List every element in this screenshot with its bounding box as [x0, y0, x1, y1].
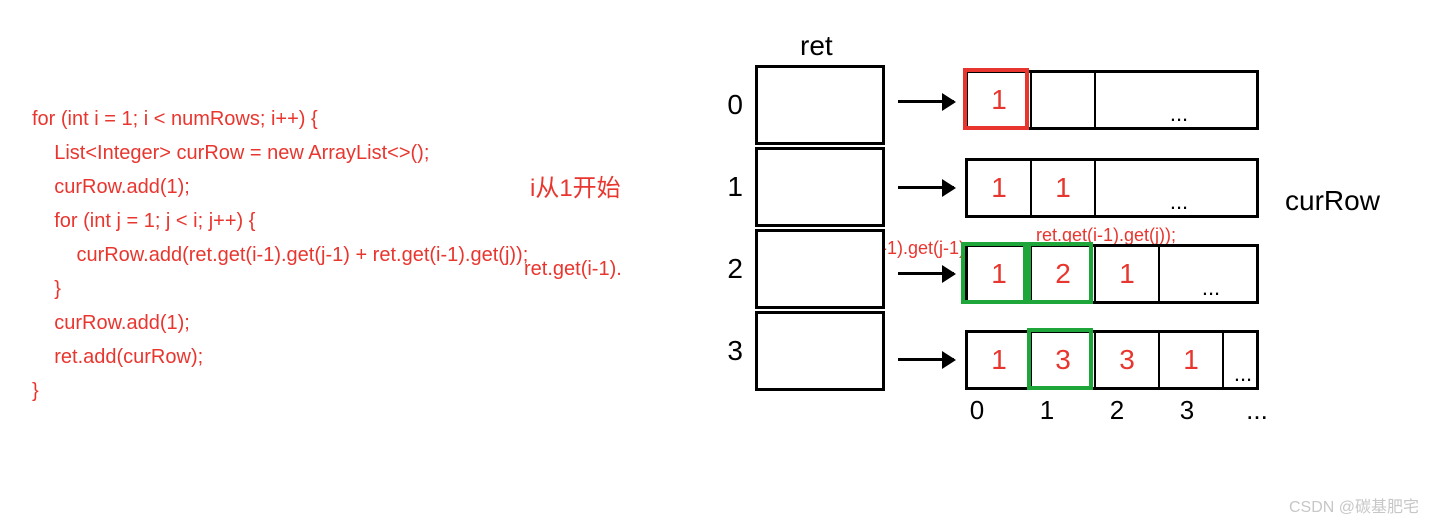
annotation-i-start: i从1开始 — [530, 168, 621, 203]
arrow-icon — [898, 186, 954, 189]
cell-ellipsis: ... — [1224, 333, 1256, 387]
col-index: ... — [1244, 395, 1270, 426]
ret-slot — [755, 311, 885, 391]
column-index-row: 0 1 2 3 ... — [964, 395, 1270, 426]
col-index: 2 — [1104, 395, 1130, 426]
cell-ellipsis: ... — [1160, 247, 1256, 301]
code-line: } — [32, 278, 61, 300]
ret-slot — [755, 147, 885, 227]
cell-ellipsis: ... — [1096, 161, 1256, 215]
watermark: CSDN @碳基肥宅 — [1289, 493, 1419, 517]
col-index: 0 — [964, 395, 990, 426]
cell: 1 — [1032, 161, 1096, 215]
code-line: ret.add(curRow); — [32, 346, 203, 368]
ret-index: 2 — [713, 253, 743, 285]
code-line: List<Integer> curRow = new ArrayList<>()… — [32, 142, 429, 164]
ret-slot — [755, 229, 885, 309]
col-index: 1 — [1034, 395, 1060, 426]
cell-empty — [1032, 73, 1096, 127]
annotation-ret-get-i1: ret.get(i-1). — [524, 258, 622, 281]
ret-index: 0 — [713, 89, 743, 121]
cell: 1 — [968, 161, 1032, 215]
cell: 3 — [1096, 333, 1160, 387]
ret-column: 0 1 2 3 — [755, 65, 885, 393]
arrow-icon — [898, 358, 954, 361]
arrow-icon — [898, 100, 954, 103]
cell: 1 — [1160, 333, 1224, 387]
code-line: curRow.add(ret.get(i-1).get(j-1) + ret.g… — [32, 244, 528, 266]
col-index: 3 — [1174, 395, 1200, 426]
label-currow: curRow — [1285, 185, 1380, 217]
label-ret: ret — [800, 30, 833, 62]
row-box-0: 1 ... — [965, 70, 1259, 130]
cell: 1 — [968, 333, 1032, 387]
code-block: for (int i = 1; i < numRows; i++) { List… — [32, 68, 528, 408]
row-box-2: 1 2 1 ... — [965, 244, 1259, 304]
code-line: } — [32, 380, 39, 402]
ret-slot — [755, 65, 885, 145]
ret-index: 1 — [713, 171, 743, 203]
cell: 3 — [1032, 333, 1096, 387]
code-line: curRow.add(1); — [32, 176, 190, 198]
cell-ellipsis: ... — [1096, 73, 1256, 127]
code-line: for (int j = 1; j < i; j++) { — [32, 210, 255, 232]
cell: 1 — [1096, 247, 1160, 301]
annotation-ret-get-ij: ret.get(i-1).get(j)); — [1036, 225, 1176, 246]
cell: 1 — [968, 73, 1032, 127]
code-line: for (int i = 1; i < numRows; i++) { — [32, 108, 318, 130]
arrow-icon — [898, 272, 954, 275]
row-box-1: 1 1 ... — [965, 158, 1259, 218]
row-box-3: 1 3 3 1 ... — [965, 330, 1259, 390]
code-line: curRow.add(1); — [32, 312, 190, 334]
ret-index: 3 — [713, 335, 743, 367]
cell: 2 — [1032, 247, 1096, 301]
cell: 1 — [968, 247, 1032, 301]
